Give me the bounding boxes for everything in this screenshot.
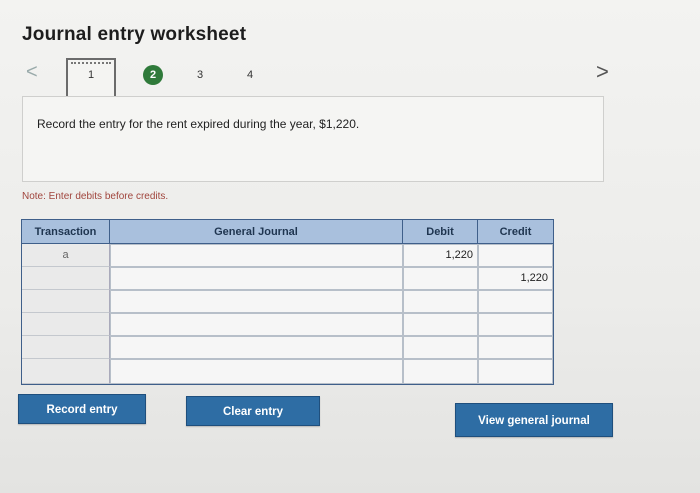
next-step-chevron-icon[interactable]: > <box>596 61 614 83</box>
transaction-cell <box>22 290 110 313</box>
step-3-tab[interactable]: 3 <box>192 66 208 84</box>
account-input[interactable] <box>110 244 403 267</box>
credit-input[interactable] <box>478 336 553 359</box>
instruction-box: Record the entry for the rent expired du… <box>22 96 604 182</box>
step-4-tab[interactable]: 4 <box>242 66 258 84</box>
credit-input[interactable] <box>478 313 553 336</box>
journal-table: Transaction General Journal Debit Credit… <box>21 219 554 385</box>
worksheet-panel: Journal entry worksheet < 1 2 3 4 > Reco… <box>0 0 700 493</box>
col-header-credit: Credit <box>478 220 553 244</box>
view-general-journal-button[interactable]: View general journal <box>455 403 613 437</box>
account-input[interactable] <box>110 313 403 336</box>
col-header-debit: Debit <box>403 220 478 244</box>
credit-input[interactable]: 1,220 <box>478 267 553 290</box>
prev-step-chevron-icon[interactable]: < <box>26 62 42 82</box>
debit-input[interactable] <box>403 359 478 384</box>
note-text: Note: Enter debits before credits. <box>22 191 169 202</box>
step-1-dotted-top <box>71 62 111 64</box>
col-header-transaction: Transaction <box>22 220 110 244</box>
step-1-label: 1 <box>87 69 95 81</box>
account-input[interactable] <box>110 359 403 384</box>
transaction-cell <box>22 336 110 359</box>
debit-input[interactable] <box>403 336 478 359</box>
credit-input[interactable] <box>478 244 553 267</box>
transaction-cell <box>22 359 110 384</box>
transaction-cell <box>22 267 110 290</box>
account-input[interactable] <box>110 290 403 313</box>
debit-input[interactable] <box>403 267 478 290</box>
step-2-tab[interactable]: 2 <box>143 65 163 85</box>
debit-input[interactable] <box>403 313 478 336</box>
credit-input[interactable] <box>478 290 553 313</box>
transaction-cell <box>22 313 110 336</box>
credit-input[interactable] <box>478 359 553 384</box>
instruction-text: Record the entry for the rent expired du… <box>37 117 360 131</box>
debit-input[interactable]: 1,220 <box>403 244 478 267</box>
page-title: Journal entry worksheet <box>22 24 247 45</box>
debit-input[interactable] <box>403 290 478 313</box>
account-input[interactable] <box>110 267 403 290</box>
col-header-general-journal: General Journal <box>110 220 403 244</box>
clear-entry-button[interactable]: Clear entry <box>186 396 320 426</box>
transaction-cell: a <box>22 244 110 267</box>
record-entry-button[interactable]: Record entry <box>18 394 146 424</box>
account-input[interactable] <box>110 336 403 359</box>
